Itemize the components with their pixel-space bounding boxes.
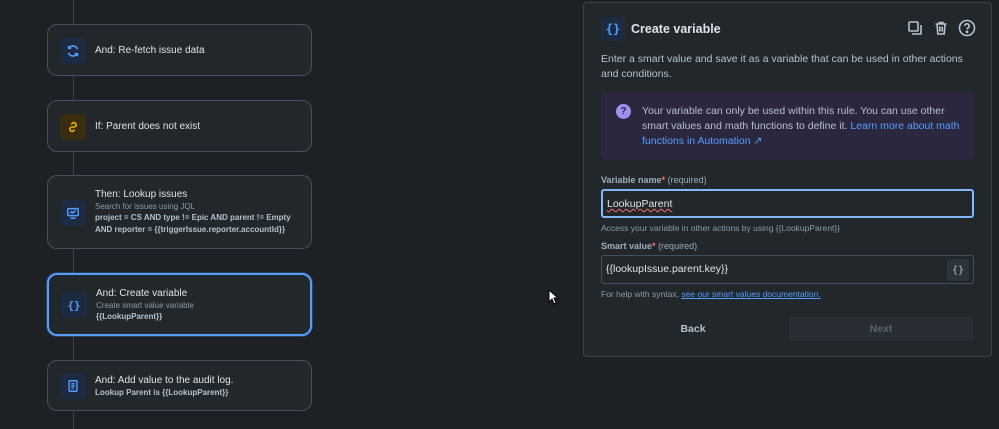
panel-description: Enter a smart value and save it as a var… [601,53,963,80]
step-card-refetch[interactable]: And: Re-fetch issue data [47,24,312,76]
variable-name-label: Variable name* (required) [601,175,707,185]
step-subtitle: Search for issues using JQL [95,202,196,211]
step-detail: AND reporter = {{triggerIssue.reporter.a… [95,225,286,234]
smart-value-label: Smart value* (required) [601,241,698,251]
step-detail: project = CS AND type != Epic AND parent… [95,213,291,222]
step-title: Then: Lookup issues [95,189,188,200]
step-card-lookup[interactable]: Then: Lookup issues Search for issues us… [47,175,312,249]
trash-icon[interactable] [931,18,951,38]
duplicate-icon[interactable] [905,18,925,38]
step-detail: Lookup Parent is {{LookupParent}} [95,388,229,397]
smart-value-value: {{lookupIssue.parent.key}} [606,263,729,275]
step-title: And: Add value to the audit log. [95,375,234,386]
step-title: And: Re-fetch issue data [95,45,205,56]
info-text: Your variable can only be used within th… [642,104,967,149]
info-banner: ? Your variable can only be used within … [601,92,974,160]
link-icon [60,114,86,140]
refresh-icon [60,38,86,64]
mouse-cursor-icon [548,288,560,310]
question-icon: ? [616,104,631,119]
back-button[interactable]: Back [601,317,785,341]
step-title: And: Create variable [96,288,188,299]
help-icon[interactable] [957,18,977,38]
braces-icon: {} [61,292,87,318]
monitor-icon [60,200,86,226]
variable-help-text: Access your variable in other actions by… [601,223,841,233]
step-card-condition[interactable]: If: Parent does not exist [47,100,312,152]
insert-smart-value-button[interactable]: {} [947,259,969,281]
document-icon [60,373,86,399]
variable-name-input[interactable]: LookupParent [601,189,974,218]
variable-name-value: LookupParent [607,198,673,210]
step-card-audit-log[interactable]: And: Add value to the audit log. Lookup … [47,360,312,411]
panel-title: Create variable [631,22,721,36]
step-detail: {{LookupParent}} [96,312,163,321]
panel-header: {} Create variable [601,17,977,43]
smart-value-input[interactable]: {{lookupIssue.parent.key}} {} [601,255,974,284]
smart-values-docs-link[interactable]: see our smart values documentation. [681,289,820,299]
step-title: If: Parent does not exist [95,121,201,132]
braces-icon: {} [601,17,625,41]
syntax-help-text: For help with syntax, see our smart valu… [601,289,821,299]
step-card-create-variable[interactable]: {} And: Create variable Create smart val… [47,273,312,336]
next-button[interactable]: Next [789,317,973,341]
step-subtitle: Create smart value variable [96,301,194,310]
create-variable-panel: {} Create variable Enter a smart value a… [583,2,992,357]
